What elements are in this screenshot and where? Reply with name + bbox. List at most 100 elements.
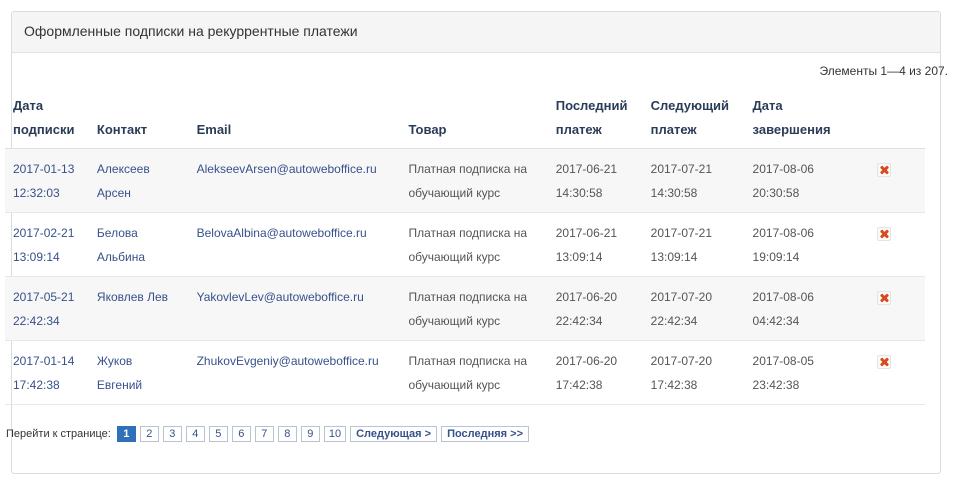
time-value: 17:42:38 xyxy=(650,378,698,392)
end-date-cell: 2017-08-06 20:30:58 xyxy=(744,148,870,213)
date-value: 2017-08-06 xyxy=(752,226,814,240)
product-line: обучающий курс xyxy=(408,250,501,264)
table-row: 2017-02-21 13:09:14 Белова Альбина Belov… xyxy=(5,212,925,277)
column-header-last-payment[interactable]: Последний платеж xyxy=(547,86,643,149)
subscription-date-cell[interactable]: 2017-02-21 13:09:14 xyxy=(5,212,89,277)
column-header-line: Следующий xyxy=(650,98,730,113)
next-payment-cell: 2017-07-21 14:30:58 xyxy=(642,148,745,213)
column-header-line: Дата xyxy=(752,98,783,113)
date-value: 2017-07-21 xyxy=(650,162,713,176)
actions-cell xyxy=(869,212,925,277)
column-header-product[interactable]: Товар xyxy=(400,86,548,149)
subscription-date-cell[interactable]: 2017-01-14 17:42:38 xyxy=(5,340,89,405)
email-cell[interactable]: BelovaAlbina@autoweboffice.ru xyxy=(188,212,401,277)
contact-cell[interactable]: Жуков Евгений xyxy=(88,340,189,405)
date-value: 2017-06-21 xyxy=(555,226,618,240)
date-value: 2017-08-05 xyxy=(752,354,814,368)
delete-icon[interactable] xyxy=(877,291,892,305)
time-value: 13:09:14 xyxy=(650,250,698,264)
pagination-label: Перейти к странице: xyxy=(6,428,111,440)
time-value: 17:42:38 xyxy=(13,378,60,392)
date-value: 2017-06-20 xyxy=(555,354,618,368)
panel-title: Оформленные подписки на рекуррентные пла… xyxy=(12,12,940,53)
product-line: Платная подписка на xyxy=(408,162,528,176)
actions-cell xyxy=(869,148,925,213)
column-header-line: Дата xyxy=(13,98,44,113)
table-row: 2017-05-21 22:42:34 Яковлев Лев Yakovlev… xyxy=(5,276,925,341)
time-value: 20:30:58 xyxy=(752,186,800,200)
items-summary: Элементы 1—4 из 207. xyxy=(819,64,948,78)
next-payment-cell: 2017-07-20 22:42:34 xyxy=(642,276,745,341)
contact-line: Жуков Евгений xyxy=(96,354,143,392)
date-value: 2017-08-06 xyxy=(752,290,814,304)
page-button-3[interactable]: 3 xyxy=(162,426,182,442)
subscription-date-cell[interactable]: 2017-05-21 22:42:34 xyxy=(5,276,89,341)
product-line: Платная подписка на xyxy=(408,290,528,304)
page-button-7[interactable]: 7 xyxy=(254,426,274,442)
date-value: 2017-07-21 xyxy=(650,226,713,240)
last-page-button[interactable]: Последняя >> xyxy=(441,426,530,442)
column-header-email[interactable]: Email xyxy=(188,86,401,149)
next-page-button[interactable]: Следующая > xyxy=(350,426,438,442)
last-payment-cell: 2017-06-21 14:30:58 xyxy=(547,148,643,213)
contact-cell[interactable]: Белова Альбина xyxy=(88,212,189,277)
product-cell: Платная подписка на обучающий курс xyxy=(400,212,548,277)
column-header-line: завершения xyxy=(752,122,831,137)
date-value: 2017-05-21 xyxy=(13,290,75,304)
email-cell[interactable]: AlekseevArsen@autowebоffice.ru xyxy=(188,148,401,213)
contact-line: Алексеев xyxy=(96,162,150,176)
date-value: 2017-06-21 xyxy=(555,162,618,176)
column-header-end-date[interactable]: Дата завершения xyxy=(744,86,870,149)
product-cell: Платная подписка на обучающий курс xyxy=(400,148,548,213)
column-header-contact[interactable]: Контакт xyxy=(88,86,189,149)
date-value: 2017-08-06 xyxy=(752,162,814,176)
contact-cell[interactable]: Алексеев Арсен xyxy=(88,148,189,213)
table-row: 2017-01-13 12:32:03 Алексеев Арсен Aleks… xyxy=(5,148,925,213)
time-value: 13:09:14 xyxy=(13,250,60,264)
page-button-1[interactable]: 1 xyxy=(116,426,136,442)
next-payment-cell: 2017-07-20 17:42:38 xyxy=(642,340,745,405)
time-value: 04:42:34 xyxy=(752,314,800,328)
time-value: 13:09:14 xyxy=(555,250,603,264)
contact-cell[interactable]: Яковлев Лев xyxy=(88,276,189,341)
table-row: 2017-01-14 17:42:38 Жуков Евгений Zhukov… xyxy=(5,340,925,405)
page-button-8[interactable]: 8 xyxy=(277,426,297,442)
time-value: 14:30:58 xyxy=(650,186,698,200)
contact-line: Белова xyxy=(96,226,138,240)
subscriptions-table: Дата подписки Контакт Email Товар Послед… xyxy=(5,86,925,405)
page-button-10[interactable]: 10 xyxy=(323,426,347,442)
next-payment-cell: 2017-07-21 13:09:14 xyxy=(642,212,745,277)
email-cell[interactable]: ZhukovEvgeniy@autoweboffice.ru xyxy=(188,340,401,405)
actions-cell xyxy=(869,276,925,341)
page-button-6[interactable]: 6 xyxy=(231,426,251,442)
product-line: обучающий курс xyxy=(408,378,501,392)
end-date-cell: 2017-08-06 19:09:14 xyxy=(744,212,870,277)
column-header-line: Последний xyxy=(555,98,628,113)
date-value: 2017-01-13 xyxy=(13,162,75,176)
delete-icon[interactable] xyxy=(877,227,892,241)
last-payment-cell: 2017-06-20 22:42:34 xyxy=(547,276,643,341)
column-header-next-payment[interactable]: Следующий платеж xyxy=(642,86,745,149)
date-value: 2017-07-20 xyxy=(650,354,713,368)
pagination: Перейти к странице: 1 2 3 4 5 6 7 8 9 10… xyxy=(6,426,530,442)
page-button-4[interactable]: 4 xyxy=(185,426,205,442)
end-date-cell: 2017-08-05 23:42:38 xyxy=(744,340,870,405)
time-value: 19:09:14 xyxy=(752,250,800,264)
time-value: 22:42:34 xyxy=(555,314,603,328)
date-value: 2017-01-14 xyxy=(13,354,75,368)
column-header-subscription-date[interactable]: Дата подписки xyxy=(5,86,89,149)
page-button-5[interactable]: 5 xyxy=(208,426,228,442)
last-payment-cell: 2017-06-20 17:42:38 xyxy=(547,340,643,405)
delete-icon[interactable] xyxy=(877,163,892,177)
contact-line: Яковлев Лев xyxy=(96,290,169,304)
time-value: 22:42:34 xyxy=(650,314,698,328)
delete-icon[interactable] xyxy=(877,355,892,369)
column-header-line: платеж xyxy=(650,122,697,137)
subscription-date-cell[interactable]: 2017-01-13 12:32:03 xyxy=(5,148,89,213)
email-cell[interactable]: YakovlevLev@autoweboffice.ru xyxy=(188,276,401,341)
last-payment-cell: 2017-06-21 13:09:14 xyxy=(547,212,643,277)
time-value: 23:42:38 xyxy=(752,378,800,392)
page-button-2[interactable]: 2 xyxy=(139,426,159,442)
page-button-9[interactable]: 9 xyxy=(300,426,320,442)
contact-line: Арсен xyxy=(96,186,131,200)
